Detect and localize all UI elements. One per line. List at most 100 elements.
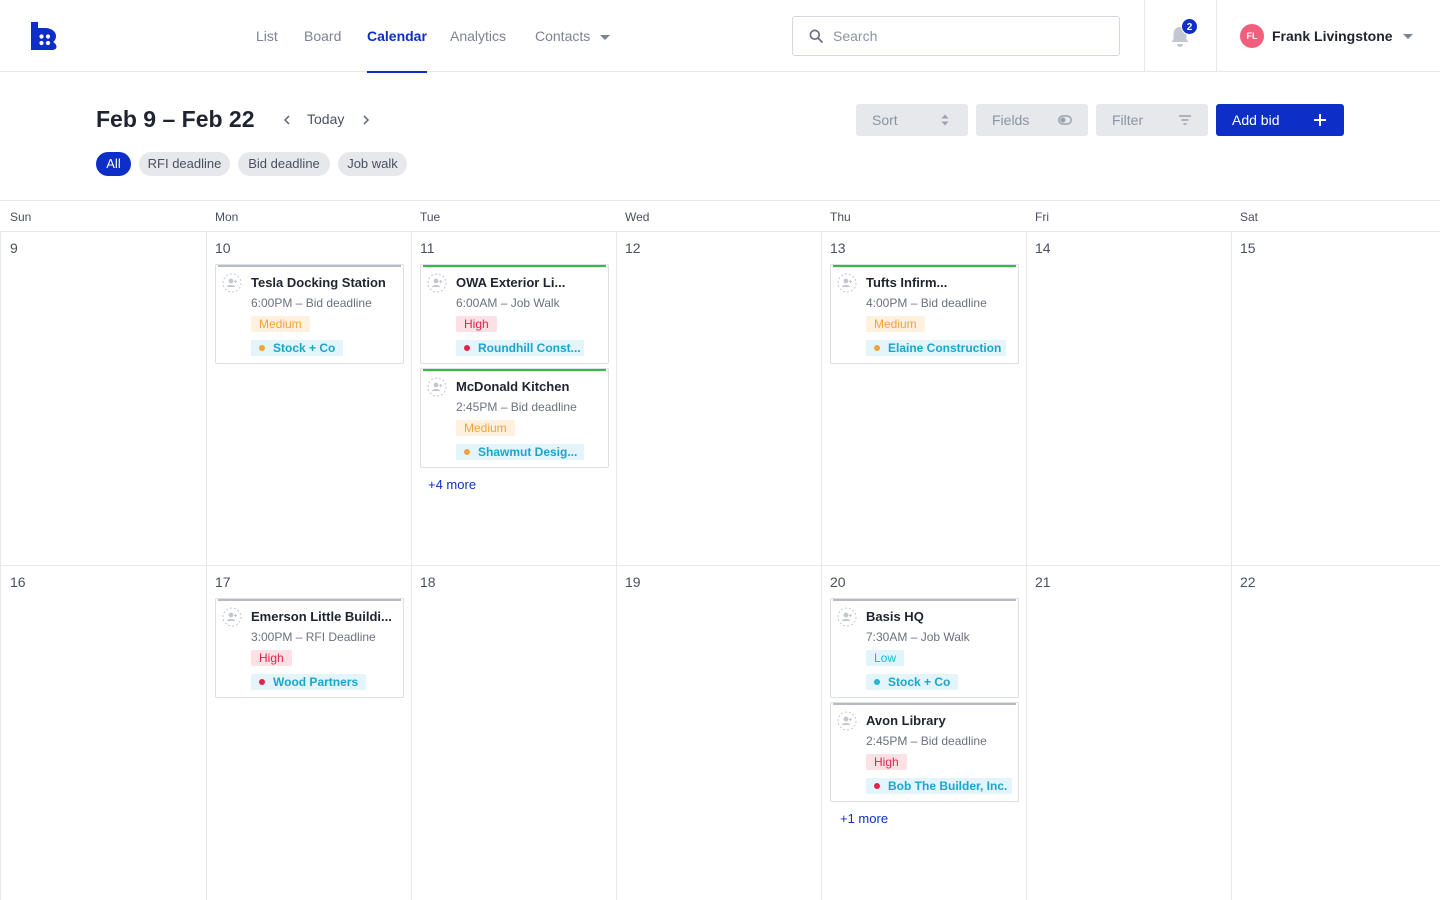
priority-badge: Low	[866, 650, 905, 666]
notification-count-badge: 2	[1181, 18, 1198, 35]
brand-logo-icon[interactable]	[31, 22, 57, 50]
grid-line	[411, 232, 412, 900]
week-divider	[0, 565, 1440, 566]
calendar-header: Sun Mon Tue Wed Thu Fri Sat	[0, 200, 1440, 232]
unassigned-user-icon[interactable]	[427, 273, 447, 293]
more-events-link[interactable]: +4 more	[428, 477, 476, 492]
unassigned-user-icon[interactable]	[837, 711, 857, 731]
chevron-right-icon[interactable]	[361, 113, 371, 127]
day-of-week: Thu	[830, 210, 851, 224]
unassigned-user-icon[interactable]	[837, 273, 857, 293]
divider	[1144, 0, 1145, 71]
status-dot	[874, 345, 880, 351]
day-number: 21	[1035, 574, 1051, 590]
unassigned-user-icon[interactable]	[222, 273, 242, 293]
day-number: 10	[215, 240, 231, 256]
filter-chip-all[interactable]: All	[96, 152, 131, 176]
nav-board[interactable]: Board	[304, 0, 341, 72]
priority-badge: Medium	[866, 316, 925, 332]
event-title: McDonald Kitchen	[456, 379, 570, 394]
user-menu[interactable]: FL Frank Livingstone	[1240, 24, 1393, 48]
event-title: Avon Library	[866, 713, 946, 728]
status-bar	[833, 599, 1016, 601]
event-card[interactable]: OWA Exterior Li... 6:00AM – Job Walk Hig…	[420, 264, 609, 364]
event-time: 2:45PM – Bid deadline	[456, 400, 577, 414]
chevron-down-icon[interactable]	[1403, 34, 1413, 39]
event-card[interactable]: Avon Library 2:45PM – Bid deadline High …	[830, 702, 1019, 802]
unassigned-user-icon[interactable]	[427, 377, 447, 397]
unassigned-user-icon[interactable]	[837, 607, 857, 627]
nav-contacts-label: Contacts	[535, 28, 591, 44]
priority-badge: Medium	[456, 420, 515, 436]
event-card[interactable]: Basis HQ 7:30AM – Job Walk Low Stock + C…	[830, 598, 1019, 698]
fields-button[interactable]: Fields	[976, 104, 1088, 136]
plus-icon	[1314, 114, 1326, 126]
event-time: 7:30AM – Job Walk	[866, 630, 970, 644]
filter-chip-bid-deadline[interactable]: Bid deadline	[238, 152, 330, 176]
company-name: Elaine Construction	[888, 341, 1002, 355]
event-card[interactable]: Tufts Infirm... 4:00PM – Bid deadline Me…	[830, 264, 1019, 364]
search-icon	[809, 29, 823, 43]
status-dot	[464, 449, 470, 455]
nav-list[interactable]: List	[256, 0, 278, 72]
nav-calendar[interactable]: Calendar	[367, 0, 427, 73]
more-events-link[interactable]: +1 more	[840, 811, 888, 826]
toggle-icon	[1058, 115, 1072, 125]
grid-line	[1231, 232, 1232, 900]
avatar: FL	[1240, 24, 1264, 48]
search-box[interactable]	[792, 16, 1120, 56]
event-time: 6:00AM – Job Walk	[456, 296, 560, 310]
day-of-week: Mon	[215, 210, 239, 224]
nav-contacts[interactable]: Contacts	[535, 0, 611, 72]
grid-line	[206, 232, 207, 900]
company-name: Shawmut Desig...	[478, 445, 578, 459]
search-input[interactable]	[833, 25, 1103, 47]
event-title: Tesla Docking Station	[251, 275, 386, 290]
day-number: 14	[1035, 240, 1051, 256]
event-card[interactable]: Tesla Docking Station 6:00PM – Bid deadl…	[215, 264, 404, 364]
company-name: Stock + Co	[888, 675, 951, 689]
filter-chip-rfi-deadline[interactable]: RFI deadline	[139, 152, 230, 176]
day-number: 11	[420, 240, 435, 256]
event-time: 6:00PM – Bid deadline	[251, 296, 372, 310]
day-of-week: Sat	[1240, 210, 1259, 224]
priority-badge: Medium	[251, 316, 310, 332]
user-name: Frank Livingstone	[1272, 28, 1393, 44]
event-card[interactable]: Emerson Little Buildi... 3:00PM – RFI De…	[215, 598, 404, 698]
filter-icon	[1179, 115, 1191, 125]
divider	[1216, 0, 1217, 71]
unassigned-user-icon[interactable]	[222, 607, 242, 627]
day-number: 17	[215, 574, 231, 590]
grid-line	[821, 232, 822, 900]
filter-label: Filter	[1112, 112, 1144, 128]
event-card[interactable]: McDonald Kitchen 2:45PM – Bid deadline M…	[420, 368, 609, 468]
nav-analytics[interactable]: Analytics	[450, 0, 506, 72]
status-bar	[833, 265, 1016, 267]
event-title: OWA Exterior Li...	[456, 275, 566, 290]
filter-button[interactable]: Filter	[1096, 104, 1208, 136]
event-title: Basis HQ	[866, 609, 924, 624]
sort-button[interactable]: Sort	[856, 104, 968, 136]
company-name: Stock + Co	[273, 341, 336, 355]
event-title: Emerson Little Buildi...	[251, 609, 392, 624]
sort-arrows-icon	[941, 114, 949, 126]
today-button[interactable]: Today	[307, 111, 344, 127]
filter-chip-job-walk[interactable]: Job walk	[338, 152, 407, 176]
day-number: 18	[420, 574, 436, 590]
priority-badge: High	[866, 754, 907, 770]
company-tag: Stock + Co	[251, 340, 344, 356]
event-title: Tufts Infirm...	[866, 275, 948, 290]
priority-badge: High	[251, 650, 292, 666]
status-bar	[423, 265, 606, 267]
company-tag: Roundhill Const...	[456, 340, 584, 356]
status-bar	[833, 703, 1016, 705]
status-bar	[423, 369, 606, 371]
event-time: 4:00PM – Bid deadline	[866, 296, 987, 310]
company-name: Roundhill Const...	[478, 341, 581, 355]
grid-line	[0, 232, 1, 900]
chevron-left-icon[interactable]	[282, 113, 292, 127]
fields-label: Fields	[992, 112, 1030, 128]
add-bid-button[interactable]: Add bid	[1216, 104, 1344, 136]
company-name: Wood Partners	[273, 675, 359, 689]
status-dot	[259, 679, 265, 685]
